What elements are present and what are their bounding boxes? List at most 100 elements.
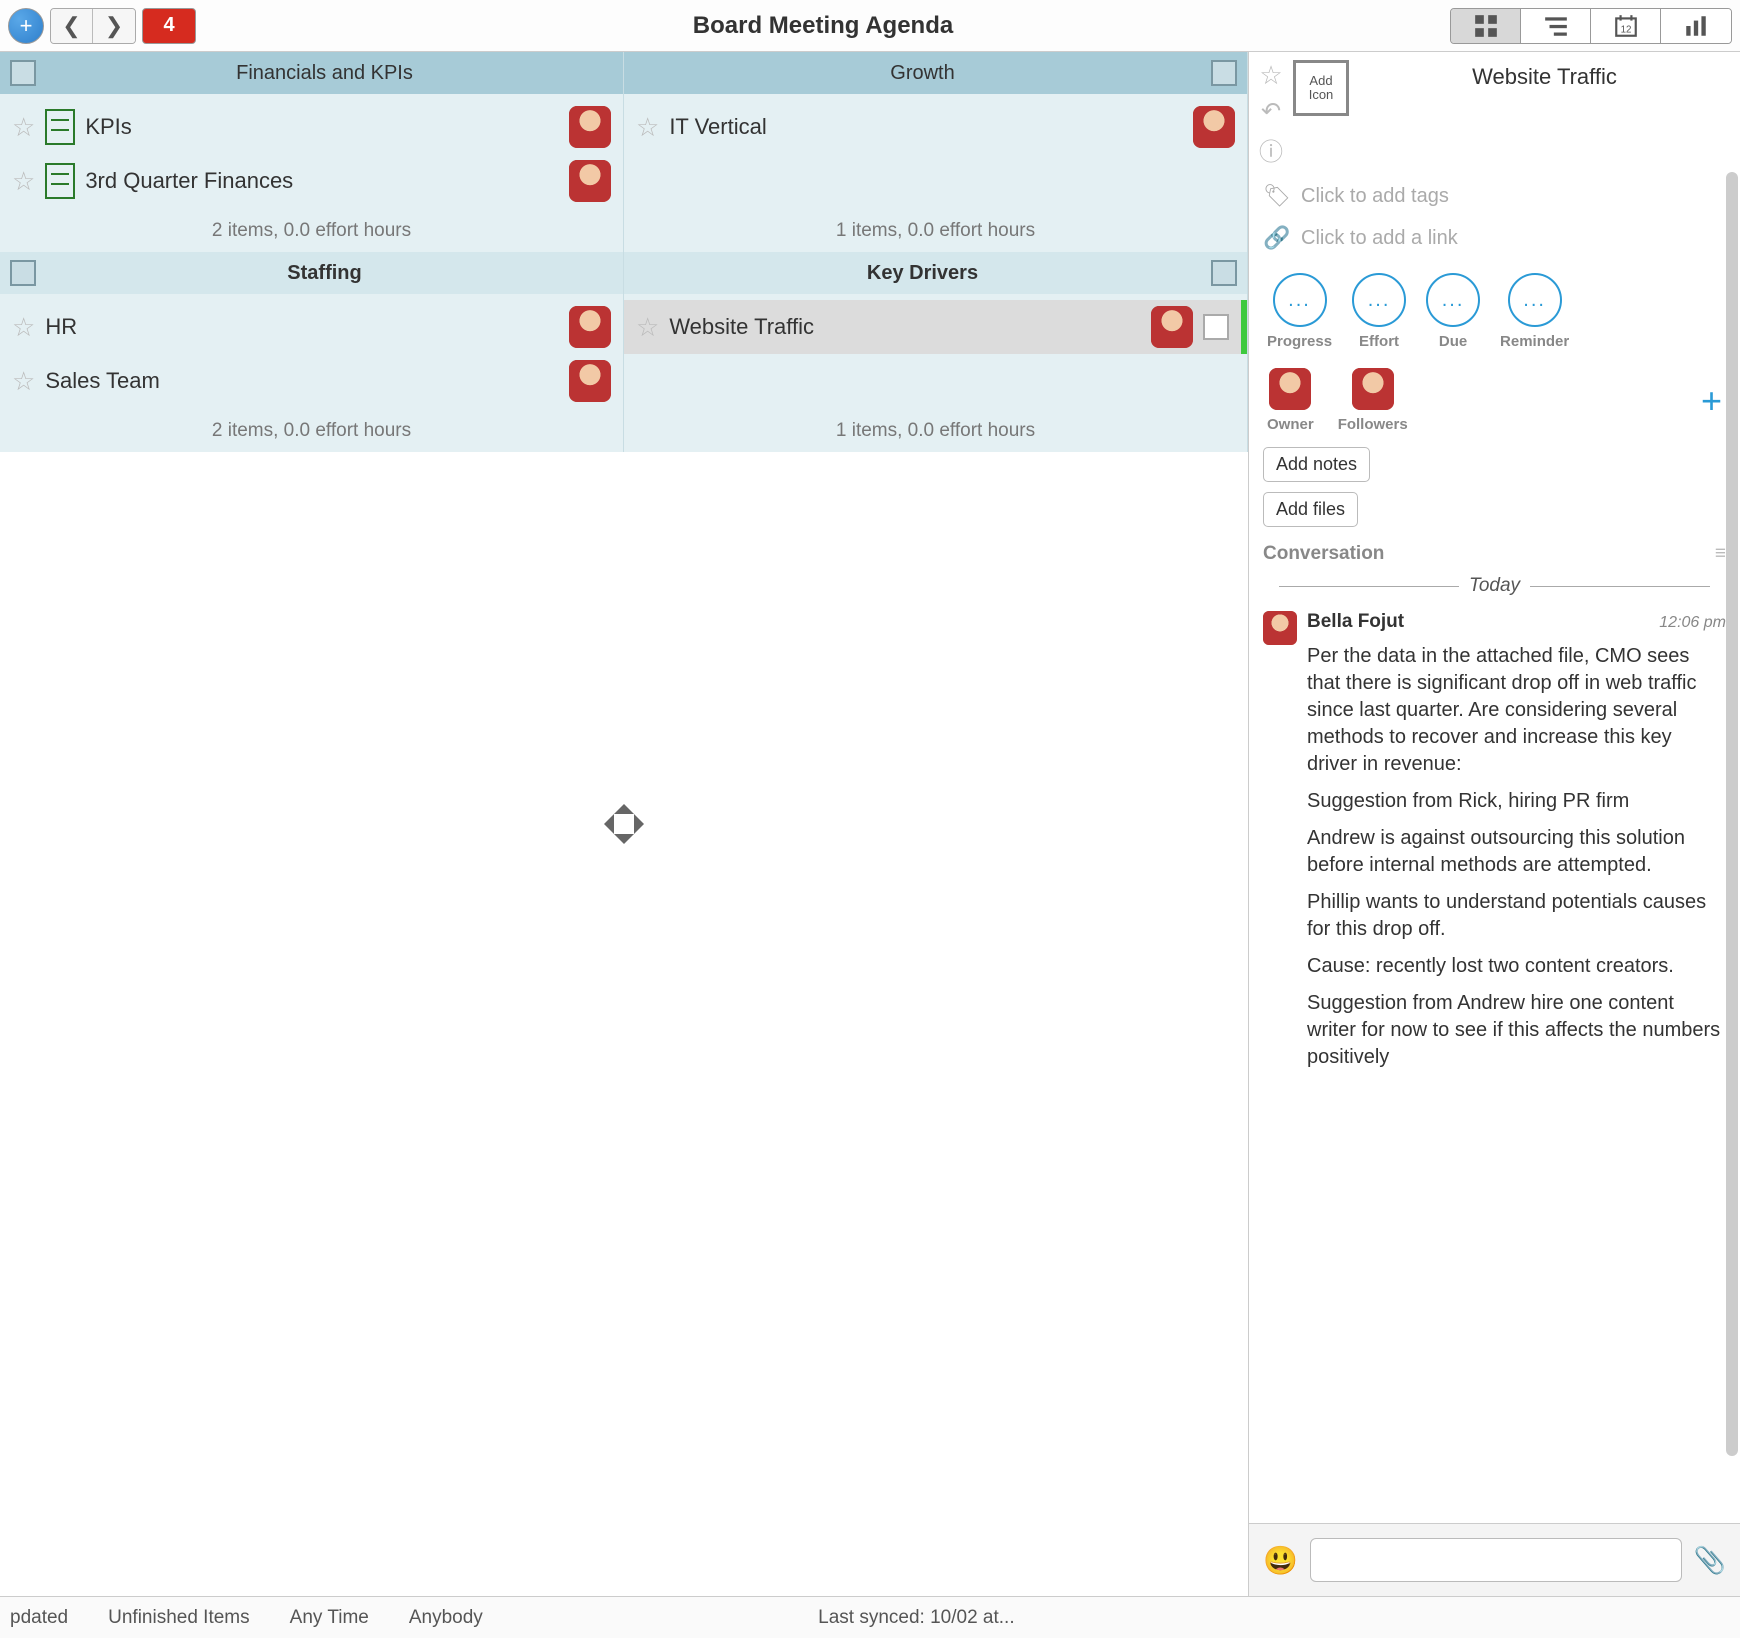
- view-calendar-button[interactable]: 12: [1591, 9, 1661, 43]
- quadrant-body: ☆ Website Traffic: [624, 294, 1247, 414]
- card-title: IT Vertical: [669, 114, 1183, 140]
- quadrant: Key Drivers ☆ Website Traffic 1 items, 0.0 …: [624, 252, 1248, 452]
- assignee-avatar[interactable]: [569, 306, 611, 348]
- link-placeholder: Click to add a link: [1301, 227, 1458, 250]
- link-icon: 🔗: [1263, 225, 1287, 251]
- compose-input[interactable]: [1310, 1538, 1682, 1582]
- conversation-menu-icon[interactable]: ≡: [1715, 543, 1726, 565]
- card[interactable]: ☆ 3rd Quarter Finances: [8, 154, 615, 208]
- star-icon[interactable]: ☆: [12, 166, 35, 197]
- progress-label: Progress: [1267, 333, 1332, 350]
- assignee-avatar[interactable]: [1193, 106, 1235, 148]
- add-tags-row[interactable]: 🏷 Click to add tags: [1249, 175, 1740, 217]
- quadrant-body: ☆ HR ☆Sales Team: [0, 294, 623, 414]
- add-notes-button[interactable]: Add notes: [1263, 447, 1370, 482]
- assignee-avatar[interactable]: [569, 106, 611, 148]
- quadrant-body: ☆ IT Vertical: [624, 94, 1247, 214]
- view-chart-button[interactable]: [1661, 9, 1731, 43]
- card-title: HR: [45, 314, 559, 340]
- effort-circle[interactable]: ...: [1352, 273, 1406, 327]
- view-list-button[interactable]: [1521, 9, 1591, 43]
- notification-badge[interactable]: 4: [142, 8, 196, 44]
- card[interactable]: ☆ HR: [8, 300, 615, 354]
- followers-label: Followers: [1338, 416, 1408, 433]
- quadrant-checkbox[interactable]: [1211, 60, 1237, 86]
- progress-circle[interactable]: ...: [1273, 273, 1327, 327]
- quadrant: Staffing ☆ HR ☆Sales Team 2 items, 0.0 effor…: [0, 252, 624, 452]
- add-files-button[interactable]: Add files: [1263, 492, 1358, 527]
- due-circle[interactable]: ...: [1426, 273, 1480, 327]
- quadrant-header: Key Drivers: [624, 252, 1247, 294]
- add-link-row[interactable]: 🔗 Click to add a link: [1249, 217, 1740, 259]
- document-icon: [45, 109, 75, 145]
- card-title: 3rd Quarter Finances: [85, 168, 559, 194]
- quadrant-title: Key Drivers: [634, 262, 1211, 285]
- quadrant-checkbox[interactable]: [10, 260, 36, 286]
- filter-anytime[interactable]: Any Time: [290, 1607, 369, 1629]
- card-checkbox[interactable]: [1203, 314, 1229, 340]
- message-paragraph: Andrew is against outsourcing this solut…: [1307, 825, 1726, 879]
- message-paragraph: Phillip wants to understand potentials c…: [1307, 889, 1726, 943]
- scrollbar[interactable]: [1726, 172, 1738, 1456]
- undo-icon[interactable]: ↶: [1261, 97, 1281, 126]
- quadrant-checkbox[interactable]: [1211, 260, 1237, 286]
- add-icon-button[interactable]: Add Icon: [1293, 60, 1349, 116]
- detail-title: Website Traffic: [1359, 60, 1730, 90]
- card[interactable]: ☆Sales Team: [8, 354, 615, 408]
- message-paragraph: Per the data in the attached file, CMO s…: [1307, 643, 1726, 778]
- info-icon[interactable]: ⓘ: [1259, 132, 1283, 167]
- star-icon[interactable]: ☆: [12, 112, 35, 143]
- quadrant-title: Financials and KPIs: [36, 62, 613, 85]
- document-icon: [45, 163, 75, 199]
- star-icon[interactable]: ☆: [12, 366, 35, 397]
- card[interactable]: ☆KPIs: [8, 100, 615, 154]
- quadrant-checkbox[interactable]: [10, 60, 36, 86]
- filter-unfinished[interactable]: Unfinished Items: [108, 1607, 250, 1629]
- assignee-avatar[interactable]: [1151, 306, 1193, 348]
- star-icon[interactable]: ☆: [636, 312, 659, 343]
- today-divider: Today: [1469, 575, 1520, 597]
- quadrant-footer: 1 items, 0.0 effort hours: [624, 414, 1247, 452]
- tags-placeholder: Click to add tags: [1301, 185, 1449, 208]
- quadrant: Growth☆IT Vertical1 items, 0.0 effort ho…: [624, 52, 1248, 252]
- due-label: Due: [1439, 333, 1467, 350]
- quadrant-header: Staffing: [0, 252, 623, 294]
- star-icon[interactable]: ☆: [636, 112, 659, 143]
- message-time: 12:06 pm: [1659, 614, 1726, 632]
- message-paragraph: Cause: recently lost two content creator…: [1307, 953, 1726, 980]
- emoji-button[interactable]: 😃: [1263, 1544, 1298, 1577]
- view-toggle: 12: [1450, 8, 1732, 44]
- attach-button[interactable]: 📎: [1694, 1545, 1726, 1576]
- reminder-label: Reminder: [1500, 333, 1569, 350]
- owner-avatar[interactable]: [1269, 368, 1311, 410]
- star-icon[interactable]: ☆: [12, 312, 35, 343]
- message-author: Bella Fojut: [1307, 611, 1404, 633]
- sync-status: Last synced: 10/02 at...: [818, 1607, 1014, 1629]
- conversation-heading: Conversation: [1263, 543, 1384, 565]
- quadrant-nav-icon: [594, 794, 654, 854]
- nav-forward-button[interactable]: ❯: [93, 9, 135, 43]
- nav-back-button[interactable]: ❮: [51, 9, 93, 43]
- topbar: + ❮ ❯ 4 Board Meeting Agenda 12: [0, 0, 1740, 52]
- follower-avatar[interactable]: [1352, 368, 1394, 410]
- assignee-avatar[interactable]: [569, 160, 611, 202]
- quadrant-footer: 1 items, 0.0 effort hours: [624, 214, 1247, 252]
- star-icon[interactable]: ☆: [1259, 60, 1282, 91]
- add-button[interactable]: +: [8, 8, 44, 44]
- message-paragraph: Suggestion from Rick, hiring PR firm: [1307, 788, 1726, 815]
- message-paragraph: Suggestion from Andrew hire one content …: [1307, 990, 1726, 1071]
- quadrant-footer: 2 items, 0.0 effort hours: [0, 414, 623, 452]
- filter-updated[interactable]: pdated: [10, 1607, 68, 1629]
- card[interactable]: ☆ IT Vertical: [632, 100, 1239, 154]
- assignee-avatar[interactable]: [569, 360, 611, 402]
- quadrant-header: Financials and KPIs: [0, 52, 623, 94]
- effort-label: Effort: [1359, 333, 1399, 350]
- view-grid-button[interactable]: [1451, 9, 1521, 43]
- card-title: Website Traffic: [669, 314, 1141, 340]
- bottombar: pdated Unfinished Items Any Time Anybody…: [0, 1596, 1740, 1638]
- card[interactable]: ☆ Website Traffic: [624, 300, 1247, 354]
- add-person-button[interactable]: +: [1701, 380, 1722, 422]
- owner-label: Owner: [1267, 416, 1314, 433]
- filter-anybody[interactable]: Anybody: [409, 1607, 483, 1629]
- reminder-circle[interactable]: ...: [1508, 273, 1562, 327]
